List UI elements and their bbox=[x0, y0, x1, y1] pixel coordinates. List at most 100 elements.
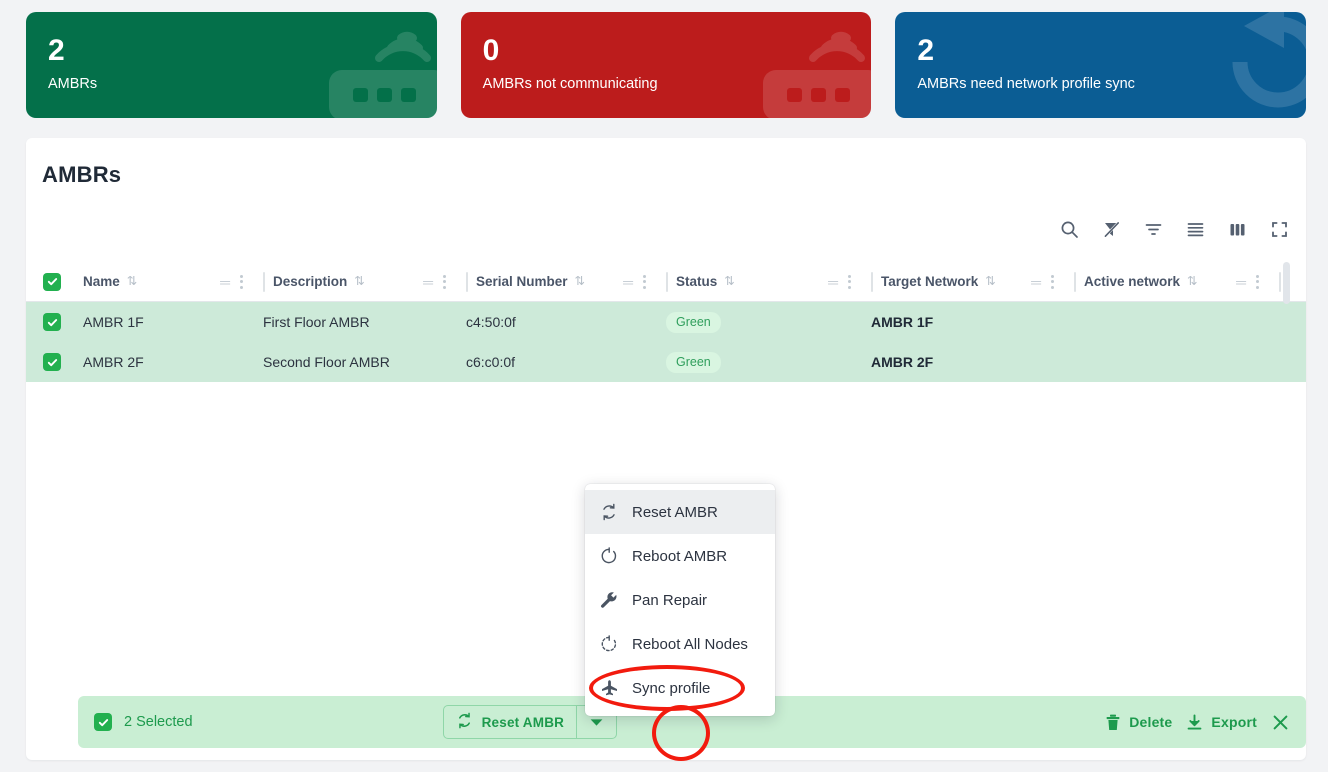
sort-icon[interactable]: ⇅ bbox=[354, 275, 364, 288]
download-icon bbox=[1186, 713, 1203, 731]
column-label: Serial Number bbox=[476, 274, 568, 289]
table-toolbar bbox=[1056, 216, 1292, 242]
column-resize-handle[interactable]: ═ bbox=[1031, 275, 1041, 289]
reset-ambr-label: Reset AMBR bbox=[481, 714, 565, 730]
kpi-card-not-communicating[interactable]: 0 AMBRs not communicating bbox=[460, 12, 872, 118]
menu-item-pan-repair[interactable]: Pan Repair bbox=[585, 578, 775, 622]
export-label: Export bbox=[1211, 714, 1257, 730]
column-header-name[interactable]: Name ⇅ ═ bbox=[73, 262, 253, 302]
column-menu-icon[interactable] bbox=[846, 273, 853, 291]
selection-secondary-actions: Delete Export bbox=[1105, 713, 1290, 732]
column-label: Description bbox=[273, 274, 348, 289]
sort-icon[interactable]: ⇅ bbox=[127, 275, 137, 288]
select-all-cell bbox=[26, 262, 73, 302]
selection-checkbox[interactable] bbox=[94, 713, 112, 731]
ambr-management-page: 2 AMBRs 0 AMBRs not communicating 2 AMBR… bbox=[0, 0, 1328, 772]
clear-filter-icon[interactable] bbox=[1098, 216, 1124, 242]
sort-icon[interactable]: ⇅ bbox=[1187, 275, 1197, 288]
cell-name: AMBR 1F bbox=[83, 314, 144, 330]
column-menu-icon[interactable] bbox=[1254, 273, 1261, 291]
sort-icon[interactable]: ⇅ bbox=[575, 275, 585, 288]
sort-icon[interactable]: ⇅ bbox=[724, 275, 734, 288]
delete-button[interactable]: Delete bbox=[1105, 714, 1172, 731]
column-resize-handle[interactable]: ═ bbox=[1236, 275, 1246, 289]
kpi-value: 0 bbox=[482, 34, 500, 67]
sort-icon[interactable]: ⇅ bbox=[985, 275, 995, 288]
menu-item-reboot-all-nodes[interactable]: Reboot All Nodes bbox=[585, 622, 775, 666]
column-resize-handle[interactable]: ═ bbox=[423, 275, 433, 289]
row-checkbox[interactable] bbox=[43, 313, 61, 331]
select-all-checkbox[interactable] bbox=[43, 272, 61, 291]
column-resize-handle[interactable]: ═ bbox=[828, 275, 838, 289]
kpi-card-needs-sync[interactable]: 2 AMBRs need network profile sync bbox=[895, 12, 1307, 118]
airplane-icon bbox=[599, 679, 619, 698]
column-divider bbox=[1074, 271, 1076, 292]
cell-status: Green bbox=[656, 351, 861, 373]
close-selection-button[interactable] bbox=[1271, 713, 1290, 732]
chevron-down-icon bbox=[590, 718, 603, 726]
kpi-value: 2 bbox=[917, 34, 935, 67]
density-icon[interactable] bbox=[1182, 216, 1208, 242]
column-menu-icon[interactable] bbox=[441, 273, 448, 291]
reset-ambr-button[interactable]: Reset AMBR bbox=[444, 706, 577, 738]
column-resize-handle[interactable]: ═ bbox=[220, 275, 230, 289]
menu-item-label: Reboot All Nodes bbox=[632, 635, 748, 653]
row-select-cell bbox=[26, 353, 73, 371]
column-header-serial-number[interactable]: Serial Number ⇅ ═ bbox=[456, 262, 656, 302]
search-icon[interactable] bbox=[1056, 216, 1082, 242]
router-signal-icon bbox=[763, 31, 872, 118]
column-divider bbox=[263, 271, 265, 292]
column-label: Target Network bbox=[881, 274, 979, 289]
kpi-card-row: 2 AMBRs 0 AMBRs not communicating 2 AMBR… bbox=[26, 12, 1307, 118]
delete-label: Delete bbox=[1129, 714, 1173, 730]
menu-item-reset-ambr[interactable]: Reset AMBR bbox=[585, 490, 775, 534]
cell-status: Green bbox=[656, 311, 861, 333]
row-checkbox[interactable] bbox=[43, 353, 61, 371]
column-menu-icon[interactable] bbox=[238, 273, 245, 291]
column-header-description[interactable]: Description ⇅ ═ bbox=[253, 262, 456, 302]
menu-item-label: Reset AMBR bbox=[632, 503, 718, 521]
trash-icon bbox=[1105, 714, 1121, 731]
column-header-active-network[interactable]: Active network ⇅ ═ bbox=[1064, 262, 1269, 302]
column-header-status[interactable]: Status ⇅ ═ bbox=[656, 262, 861, 302]
column-menu-icon[interactable] bbox=[641, 273, 648, 291]
kpi-card-ambrs[interactable]: 2 AMBRs bbox=[26, 12, 437, 118]
column-menu-icon[interactable] bbox=[1049, 273, 1056, 291]
status-badge: Green bbox=[666, 311, 721, 333]
table-row[interactable]: AMBR 2F Second Floor AMBR c6:c0:0f Green… bbox=[26, 342, 1306, 382]
reboot-circle-icon bbox=[599, 547, 619, 565]
columns-icon[interactable] bbox=[1224, 216, 1250, 242]
menu-item-label: Sync profile bbox=[632, 679, 711, 697]
menu-item-sync-profile[interactable]: Sync profile bbox=[585, 666, 775, 710]
menu-item-label: Reboot AMBR bbox=[632, 547, 728, 565]
column-divider bbox=[466, 271, 468, 292]
column-divider bbox=[871, 271, 873, 292]
cell-serial-number: c6:c0:0f bbox=[466, 354, 516, 370]
menu-item-reboot-ambr[interactable]: Reboot AMBR bbox=[585, 534, 775, 578]
menu-item-label: Pan Repair bbox=[632, 591, 708, 609]
page-title: AMBRs bbox=[42, 162, 122, 187]
kpi-label: AMBRs bbox=[48, 76, 98, 92]
reset-cycle-icon bbox=[456, 712, 473, 732]
close-icon bbox=[1271, 713, 1290, 732]
column-resize-handle[interactable]: ═ bbox=[623, 275, 633, 289]
column-header-target-network[interactable]: Target Network ⇅ ═ bbox=[861, 262, 1064, 302]
cell-name: AMBR 2F bbox=[83, 354, 144, 370]
table-header-row: Name ⇅ ═ Description ⇅ ═ Serial Number ⇅… bbox=[26, 262, 1306, 302]
column-label: Status bbox=[676, 274, 718, 289]
column-label: Name bbox=[83, 274, 120, 289]
kpi-label: AMBRs not communicating bbox=[482, 76, 658, 92]
column-divider bbox=[1279, 271, 1281, 292]
table-row[interactable]: AMBR 1F First Floor AMBR c4:50:0f Green … bbox=[26, 302, 1306, 342]
cell-target-network: AMBR 1F bbox=[871, 314, 934, 330]
export-button[interactable]: Export bbox=[1186, 713, 1257, 731]
filter-icon[interactable] bbox=[1140, 216, 1166, 242]
fullscreen-icon[interactable] bbox=[1266, 216, 1292, 242]
wrench-icon bbox=[599, 591, 619, 609]
kpi-label: AMBRs need network profile sync bbox=[917, 76, 1135, 92]
cell-serial-number: c4:50:0f bbox=[466, 314, 516, 330]
reset-ambr-dropdown-menu: Reset AMBR Reboot AMBR Pan Repair Reboot… bbox=[585, 484, 775, 716]
table-horizontal-scrollbar[interactable] bbox=[1283, 262, 1290, 304]
cell-description: First Floor AMBR bbox=[263, 314, 370, 330]
reboot-dashed-icon bbox=[599, 635, 619, 653]
